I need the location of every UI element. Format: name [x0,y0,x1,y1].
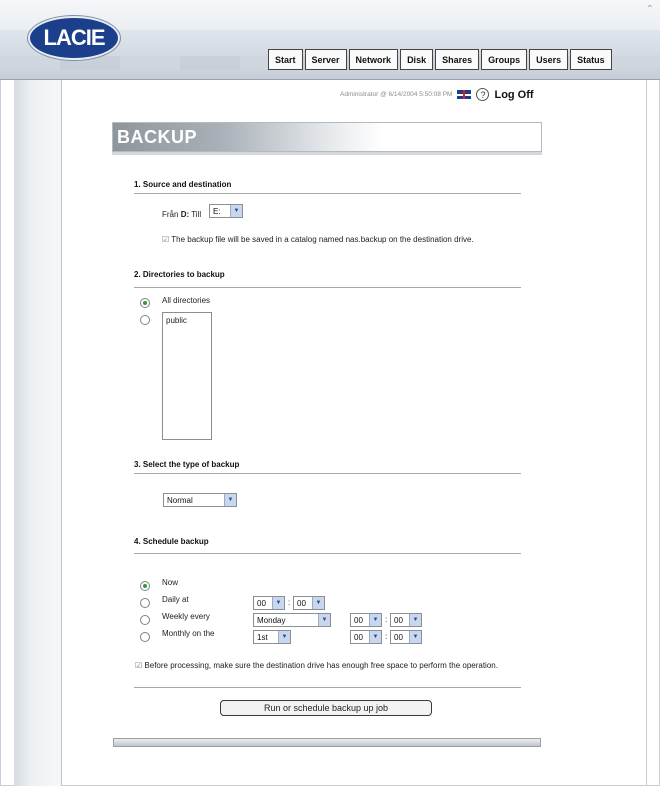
weekly-minute-select[interactable]: 00 ▼ [390,613,422,627]
tab-network[interactable]: Network [348,49,399,70]
page-banner: BACKUP [112,122,542,152]
to-label-text: Till [191,210,202,219]
main-tabs: Start Server Network Disk Shares Groups … [268,49,612,70]
chevron-down-icon: ▼ [312,597,324,609]
from-label: Från D: Till [162,210,201,219]
section-divider [134,553,521,554]
section-divider [134,687,521,688]
help-icon[interactable]: ? [476,88,490,101]
weekly-hour-select[interactable]: 00 ▼ [350,613,382,627]
section-directories-title: 2. Directories to backup [134,270,225,279]
radio-now[interactable] [140,581,150,591]
weekly-label: Weekly every [162,612,210,621]
from-value: D: [180,210,190,219]
uk-flag-icon[interactable] [457,90,472,99]
source-note-text: The backup file will be saved in a catal… [171,235,474,244]
footer-bar [113,738,541,747]
corner-icon: ⌃ [645,4,654,15]
tab-users[interactable]: Users [529,49,569,70]
tab-disk[interactable]: Disk [400,49,434,70]
chevron-down-icon: ▼ [409,631,421,643]
lacie-logo: LACIE [28,16,120,60]
radio-weekly[interactable] [140,615,150,625]
section-schedule-title: 4. Schedule backup [134,537,209,546]
radio-all-directories[interactable] [140,298,150,308]
radio-daily[interactable] [140,598,150,608]
destination-drive-value: E: [213,206,221,216]
radio-monthly[interactable] [140,632,150,642]
note-icon: ☑ [135,661,143,670]
tab-start[interactable]: Start [268,49,303,70]
source-note: ☑ The backup file will be saved in a cat… [162,234,522,245]
chevron-down-icon: ▼ [224,494,236,506]
header: ⌃ LACIE Start Server Network Disk Shares… [0,0,660,80]
time-separator: : [385,632,388,641]
note-icon: ☑ [162,235,170,244]
daily-hour-select[interactable]: 00 ▼ [253,596,285,610]
section-source-title: 1. Source and destination [134,180,232,189]
section-divider [134,473,521,474]
left-sidebar [14,80,62,786]
chevron-down-icon: ▼ [230,205,242,217]
schedule-note: ☑ Before processing, make sure the desti… [135,660,515,671]
chevron-down-icon: ▼ [369,631,381,643]
from-label-text: Från [162,210,179,219]
tab-shares[interactable]: Shares [435,49,480,70]
daily-minute-select[interactable]: 00 ▼ [293,596,325,610]
right-border [646,80,647,786]
destination-drive-select[interactable]: E: ▼ [209,204,243,218]
section-type-title: 3. Select the type of backup [134,460,240,469]
time-separator: : [288,598,291,607]
page-title: BACKUP [113,123,383,151]
backup-type-value: Normal [167,495,193,505]
backup-type-select[interactable]: Normal ▼ [163,493,237,507]
chevron-down-icon: ▼ [278,631,290,643]
weekly-day-value: Monday [257,615,286,625]
banner-shadow [112,152,542,155]
list-item[interactable]: public [166,316,208,325]
user-bar: Administrator @ 6/14/2004 5:50:08 PM ? L… [340,88,534,101]
time-separator: : [385,615,388,624]
weekly-day-select[interactable]: Monday ▼ [253,613,331,627]
run-backup-button[interactable]: Run or schedule backup up job [220,700,432,716]
monthly-minute-value: 00 [394,632,403,642]
radio-selected-directories[interactable] [140,315,150,325]
tab-status[interactable]: Status [570,49,612,70]
directories-listbox[interactable]: public [162,312,212,440]
all-directories-label: All directories [162,296,211,305]
weekly-hour-value: 00 [354,615,363,625]
now-label: Now [162,578,179,587]
chevron-down-icon: ▼ [272,597,284,609]
chevron-down-icon: ▼ [318,614,330,626]
daily-minute-value: 00 [297,598,306,608]
weekly-minute-value: 00 [394,615,403,625]
monthly-day-value: 1st [257,632,268,642]
tab-server[interactable]: Server [304,49,347,70]
monthly-minute-select[interactable]: 00 ▼ [390,630,422,644]
chevron-down-icon: ▼ [409,614,421,626]
section-divider [134,287,521,288]
daily-hour-value: 00 [257,598,266,608]
section-divider [134,193,521,194]
monthly-day-select[interactable]: 1st ▼ [253,630,291,644]
daily-label: Daily at [162,595,189,604]
monthly-hour-value: 00 [354,632,363,642]
chevron-down-icon: ▼ [369,614,381,626]
schedule-note-text: Before processing, make sure the destina… [144,661,498,670]
user-info: Administrator @ 6/14/2004 5:50:08 PM [340,91,453,98]
logoff-link[interactable]: Log Off [494,89,533,101]
monthly-hour-select[interactable]: 00 ▼ [350,630,382,644]
tab-groups[interactable]: Groups [481,49,528,70]
monthly-label: Monthly on the [162,629,215,638]
